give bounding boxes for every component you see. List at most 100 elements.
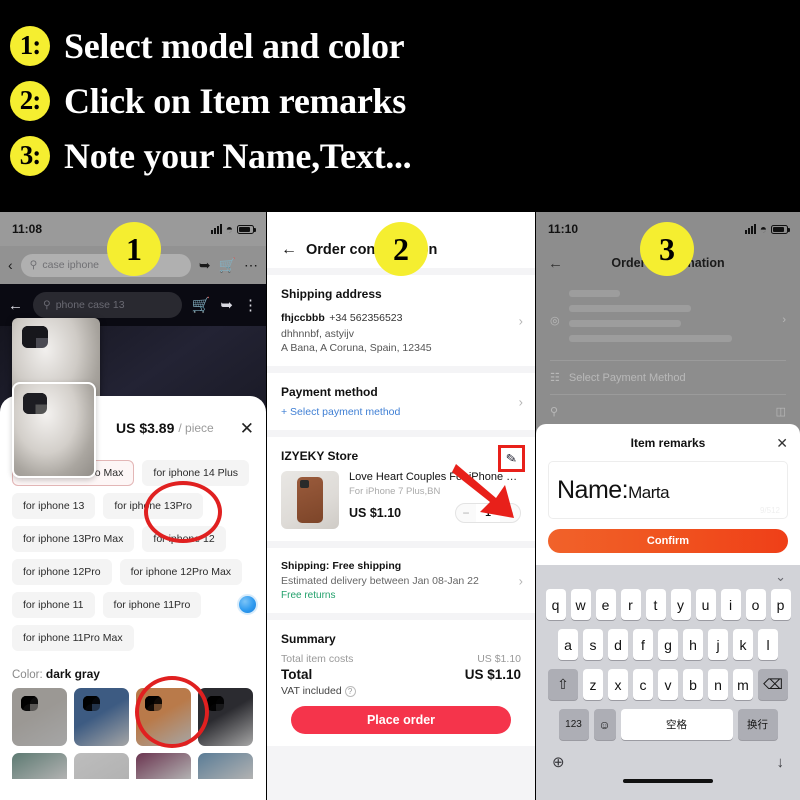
instruction-text: Select model and color — [64, 25, 405, 66]
selected-variant-thumbnail — [12, 382, 96, 478]
ghost-text-line — [568, 335, 733, 342]
address-name: fhjccbbb — [281, 312, 325, 324]
keyboard-row-4: 123 ☺ 空格 换行 — [536, 709, 800, 740]
model-chip[interactable]: for iphone 12Pro — [12, 559, 112, 585]
key-g[interactable]: g — [658, 629, 678, 660]
address-ghost-row: ◎ › — [550, 290, 786, 350]
key-u[interactable]: u — [695, 589, 716, 620]
key-numeric[interactable]: 123 — [558, 709, 589, 740]
vat-note: VAT included ? — [281, 685, 521, 697]
back-icon[interactable]: ← — [548, 255, 563, 272]
key-s[interactable]: s — [583, 629, 603, 660]
help-icon[interactable]: ? — [344, 686, 356, 697]
ghost-text-line — [568, 320, 682, 327]
search-icon: ⚲ — [29, 259, 38, 271]
keyboard-row-1: qwertyuiop — [536, 589, 800, 620]
step-badge-2: 2 — [374, 222, 428, 276]
key-c[interactable]: c — [633, 669, 653, 700]
globe-icon[interactable]: ⊕ — [552, 753, 565, 771]
back-arrow-icon[interactable]: ← — [8, 297, 23, 314]
color-swatch[interactable] — [12, 688, 67, 746]
color-swatch[interactable] — [74, 688, 129, 746]
key-y[interactable]: y — [670, 589, 691, 620]
model-chip[interactable]: for iphone 13Pro Max — [12, 526, 135, 552]
shipping-card[interactable]: Shipping: Free shipping Estimated delive… — [267, 548, 535, 613]
key-m[interactable]: m — [733, 669, 753, 700]
confirm-button[interactable]: Confirm — [548, 529, 788, 553]
product-price: US $3.89 — [116, 420, 175, 436]
back-icon[interactable]: ← — [281, 242, 297, 258]
key-f[interactable]: f — [633, 629, 653, 660]
key-k[interactable]: k — [733, 629, 753, 660]
key-b[interactable]: b — [683, 669, 703, 700]
signal-icon — [210, 224, 222, 234]
key-i[interactable]: i — [720, 589, 741, 620]
key-p[interactable]: p — [770, 589, 791, 620]
key-x[interactable]: x — [608, 669, 628, 700]
place-order-button[interactable]: Place order — [291, 706, 511, 734]
share-icon[interactable]: ➥ — [220, 296, 233, 314]
instruction-text: Note your Name,Text... — [64, 135, 412, 176]
color-swatch[interactable] — [74, 753, 129, 779]
payment-method-card[interactable]: Payment method + Select payment method › — [267, 373, 535, 430]
key-space[interactable]: 空格 — [620, 709, 733, 740]
floating-indicator-icon[interactable] — [237, 594, 258, 615]
key-a[interactable]: a — [558, 629, 578, 660]
ghost-text-line — [568, 290, 620, 297]
key-w[interactable]: w — [570, 589, 591, 620]
remarks-input[interactable]: Name:Marta 9/512 — [548, 461, 788, 519]
key-h[interactable]: h — [683, 629, 703, 660]
annotation-circle-color — [135, 676, 209, 748]
share-icon[interactable]: ➥ — [199, 258, 211, 272]
address-line-2: A Bana, A Coruna, Spain, 12345 — [281, 342, 432, 354]
annotation-arrow-edit — [452, 464, 514, 518]
key-emoji-icon[interactable]: ☺ — [593, 709, 616, 740]
chevron-down-icon[interactable]: ⌄ — [775, 569, 786, 585]
key-n[interactable]: n — [708, 669, 728, 700]
key-return[interactable]: 换行 — [737, 709, 778, 740]
key-l[interactable]: l — [758, 629, 778, 660]
key-d[interactable]: d — [608, 629, 628, 660]
shipping-address-heading: Shipping address — [281, 287, 382, 301]
color-swatch[interactable] — [198, 753, 253, 779]
model-chip[interactable]: for iphone 12Pro Max — [119, 559, 243, 585]
search-input[interactable]: ⚲ phone case 13 — [33, 292, 182, 318]
key-backspace-icon[interactable]: ⌫ — [758, 669, 788, 700]
shipping-address-card[interactable]: Shipping address fhjccbbb +34 562356523 … — [267, 275, 535, 366]
microphone-icon[interactable]: ↓ — [777, 754, 785, 771]
key-e[interactable]: e — [595, 589, 616, 620]
vat-label: VAT included — [281, 685, 342, 697]
status-icons: ◓ — [210, 222, 256, 236]
search-bar-ghost[interactable]: ⚲ case iphone — [20, 253, 191, 277]
ghost-address-block: ◎ › ☷ Select Payment Method ⚲ ◫ — [536, 280, 800, 428]
location-pin-icon: ◎ — [550, 314, 560, 327]
key-j[interactable]: j — [708, 629, 728, 660]
model-chip[interactable]: for iphone 11 — [12, 592, 95, 618]
status-time: 11:10 — [548, 222, 579, 236]
key-o[interactable]: o — [745, 589, 766, 620]
total-row: Total US $1.10 — [281, 667, 521, 682]
cart-icon[interactable]: 🛒 — [219, 258, 236, 272]
close-icon[interactable]: ✕ — [240, 420, 254, 437]
model-chip[interactable]: for iphone 13 — [12, 493, 96, 519]
home-indicator — [623, 779, 713, 783]
model-chip[interactable]: for iphone 11Pro Max — [12, 625, 134, 651]
key-r[interactable]: r — [620, 589, 641, 620]
select-payment-link[interactable]: + Select payment method — [281, 406, 521, 418]
color-swatch[interactable] — [12, 753, 67, 779]
store-name[interactable]: IZYEKY Store — [281, 449, 521, 463]
instruction-row: 3: Note your Name,Text... — [10, 128, 800, 183]
key-t[interactable]: t — [645, 589, 666, 620]
key-v[interactable]: v — [658, 669, 678, 700]
close-icon[interactable]: ✕ — [776, 435, 788, 452]
back-icon[interactable]: ‹ — [8, 258, 13, 272]
more-icon[interactable]: ⋯ — [244, 258, 258, 272]
key-q[interactable]: q — [545, 589, 566, 620]
signal-icon — [744, 224, 756, 234]
model-chip[interactable]: for iphone 11Pro — [102, 592, 202, 618]
key-shift-icon[interactable]: ⇧ — [548, 669, 578, 700]
more-icon[interactable]: ⋮ — [243, 296, 258, 314]
color-swatch[interactable] — [136, 753, 191, 779]
cart-icon[interactable]: 🛒 — [192, 296, 211, 314]
key-z[interactable]: z — [583, 669, 603, 700]
